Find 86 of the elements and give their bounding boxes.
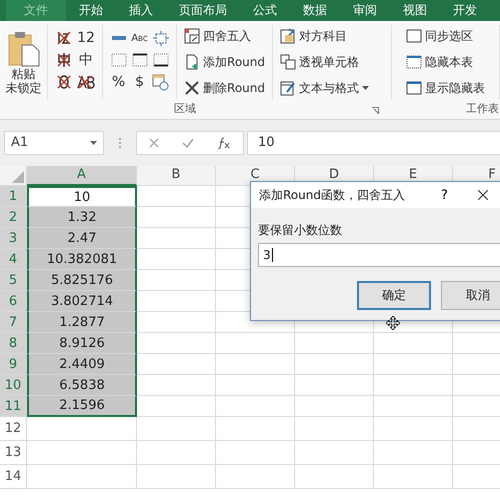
table-cell: 1.2877 — [27, 312, 137, 333]
crossed-zero-icon[interactable] — [56, 74, 72, 90]
dialog-title: 添加Round函数，四舍五入 — [259, 186, 405, 204]
group-label: 工作表 — [466, 101, 499, 116]
bottom-border-icon[interactable] — [152, 53, 169, 67]
row-header[interactable]: 6 — [0, 291, 27, 312]
percent-button[interactable]: % — [112, 74, 126, 90]
table-icon — [184, 28, 200, 44]
dotted-sheet-icon — [406, 54, 422, 70]
dialog-button[interactable]: 取消 — [441, 281, 500, 310]
table-cell: 10.382081 — [27, 249, 137, 270]
table-cell: 6.5838 — [27, 375, 137, 396]
row-header[interactable]: 10 — [0, 375, 27, 396]
group-label: 区域 — [174, 101, 196, 116]
dotted-border-icon[interactable] — [110, 53, 127, 67]
chinese-button[interactable]: 中 — [79, 51, 94, 69]
column-header[interactable]: B — [137, 166, 216, 186]
name-box[interactable]: A1 — [4, 130, 104, 154]
ribbon-button[interactable]: 隐藏本表 — [404, 51, 487, 73]
help-button[interactable]: ? — [434, 186, 454, 204]
ribbon-button[interactable]: 文本与格式 — [278, 77, 371, 99]
ribbon-button[interactable]: 添加Round — [182, 51, 267, 73]
currency-button[interactable]: $ — [135, 74, 144, 90]
row-header[interactable]: 5 — [0, 270, 27, 291]
clipboard-icon[interactable] — [8, 31, 40, 67]
row-header[interactable]: 7 — [0, 312, 27, 333]
table-cell: 2.1596 — [27, 396, 137, 417]
ribbon-button[interactable]: 四舍五入 — [182, 25, 267, 47]
row-header[interactable]: 3 — [0, 228, 27, 249]
caret-icon — [362, 86, 369, 90]
add-page-icon — [184, 54, 200, 70]
column-header[interactable]: A — [27, 166, 137, 186]
ribbon-tab[interactable]: 插入 — [116, 0, 166, 21]
row-header[interactable]: 1 — [0, 186, 27, 207]
dialog-button[interactable]: 确定 — [357, 281, 431, 310]
ribbon-tab[interactable]: 开始 — [66, 0, 116, 21]
row-header[interactable]: 12 — [0, 417, 27, 441]
ribbon-button[interactable]: 删除Round — [182, 77, 267, 99]
row-header[interactable]: 9 — [0, 354, 27, 375]
row-header[interactable]: 2 — [0, 207, 27, 228]
paste-label: 粘贴 — [12, 67, 36, 81]
row-header[interactable]: 14 — [0, 465, 27, 489]
delete-icon — [184, 80, 200, 96]
dialog-launcher-icon[interactable] — [372, 107, 379, 114]
ribbon-button[interactable]: 显示隐藏表 — [404, 77, 487, 99]
table-cell: 3.802714 — [27, 291, 137, 312]
row-header[interactable]: 13 — [0, 441, 27, 465]
format-pen-icon — [280, 80, 296, 96]
top-border-icon[interactable] — [132, 53, 148, 67]
table-cell: 2.47 — [27, 228, 137, 249]
table-cell: 5.825176 — [27, 270, 137, 291]
ribbon-tab[interactable]: 开发 — [440, 0, 490, 21]
ribbon-tab[interactable]: 审阅 — [340, 0, 390, 21]
dropdown-icon[interactable] — [90, 140, 97, 144]
digits-button[interactable]: 12 — [77, 30, 95, 46]
abc-button[interactable]: Abc — [131, 32, 148, 44]
ribbon-button[interactable]: 透视单元格 — [278, 51, 371, 73]
formula-field[interactable]: 10 — [247, 130, 500, 154]
ribbon-tab[interactable]: 数据 — [290, 0, 340, 21]
table-cell: 2.4409 — [27, 354, 137, 375]
crossed-character-icon[interactable] — [56, 52, 72, 68]
ribbon-tab[interactable]: 视图 — [390, 0, 440, 21]
paste-sublabel: 未锁定 — [6, 81, 42, 95]
cell-move-icon[interactable] — [152, 30, 169, 46]
cells-icon — [280, 54, 296, 70]
table-cell: 10 — [27, 186, 137, 207]
row-header[interactable]: 4 — [0, 249, 27, 270]
row-header[interactable]: 8 — [0, 333, 27, 354]
ribbon-tab[interactable]: 页面布局 — [166, 0, 240, 21]
table-cell: 8.9126 — [27, 333, 137, 354]
calendar-clock-icon[interactable] — [152, 74, 170, 90]
input-field[interactable]: 3 — [258, 243, 500, 267]
ribbon-tab[interactable]: 公式 — [240, 0, 290, 21]
ribbon-button[interactable]: 同步选区 — [404, 25, 487, 47]
sheet-icon — [406, 80, 422, 96]
crossed-digits-icon[interactable] — [56, 30, 72, 46]
row-header[interactable]: 11 — [0, 396, 27, 417]
table-cell: 1.32 — [27, 207, 137, 228]
move-cursor-icon — [386, 316, 400, 330]
close-icon[interactable] — [478, 190, 488, 200]
square-icon — [406, 28, 422, 44]
minus-icon[interactable] — [112, 36, 126, 40]
field-label: 要保留小数位数 — [257, 222, 343, 239]
ribbon-button[interactable]: 对方科目 — [278, 25, 371, 47]
function-icon[interactable] — [217, 136, 232, 148]
crossed-letters-icon[interactable] — [77, 74, 96, 90]
